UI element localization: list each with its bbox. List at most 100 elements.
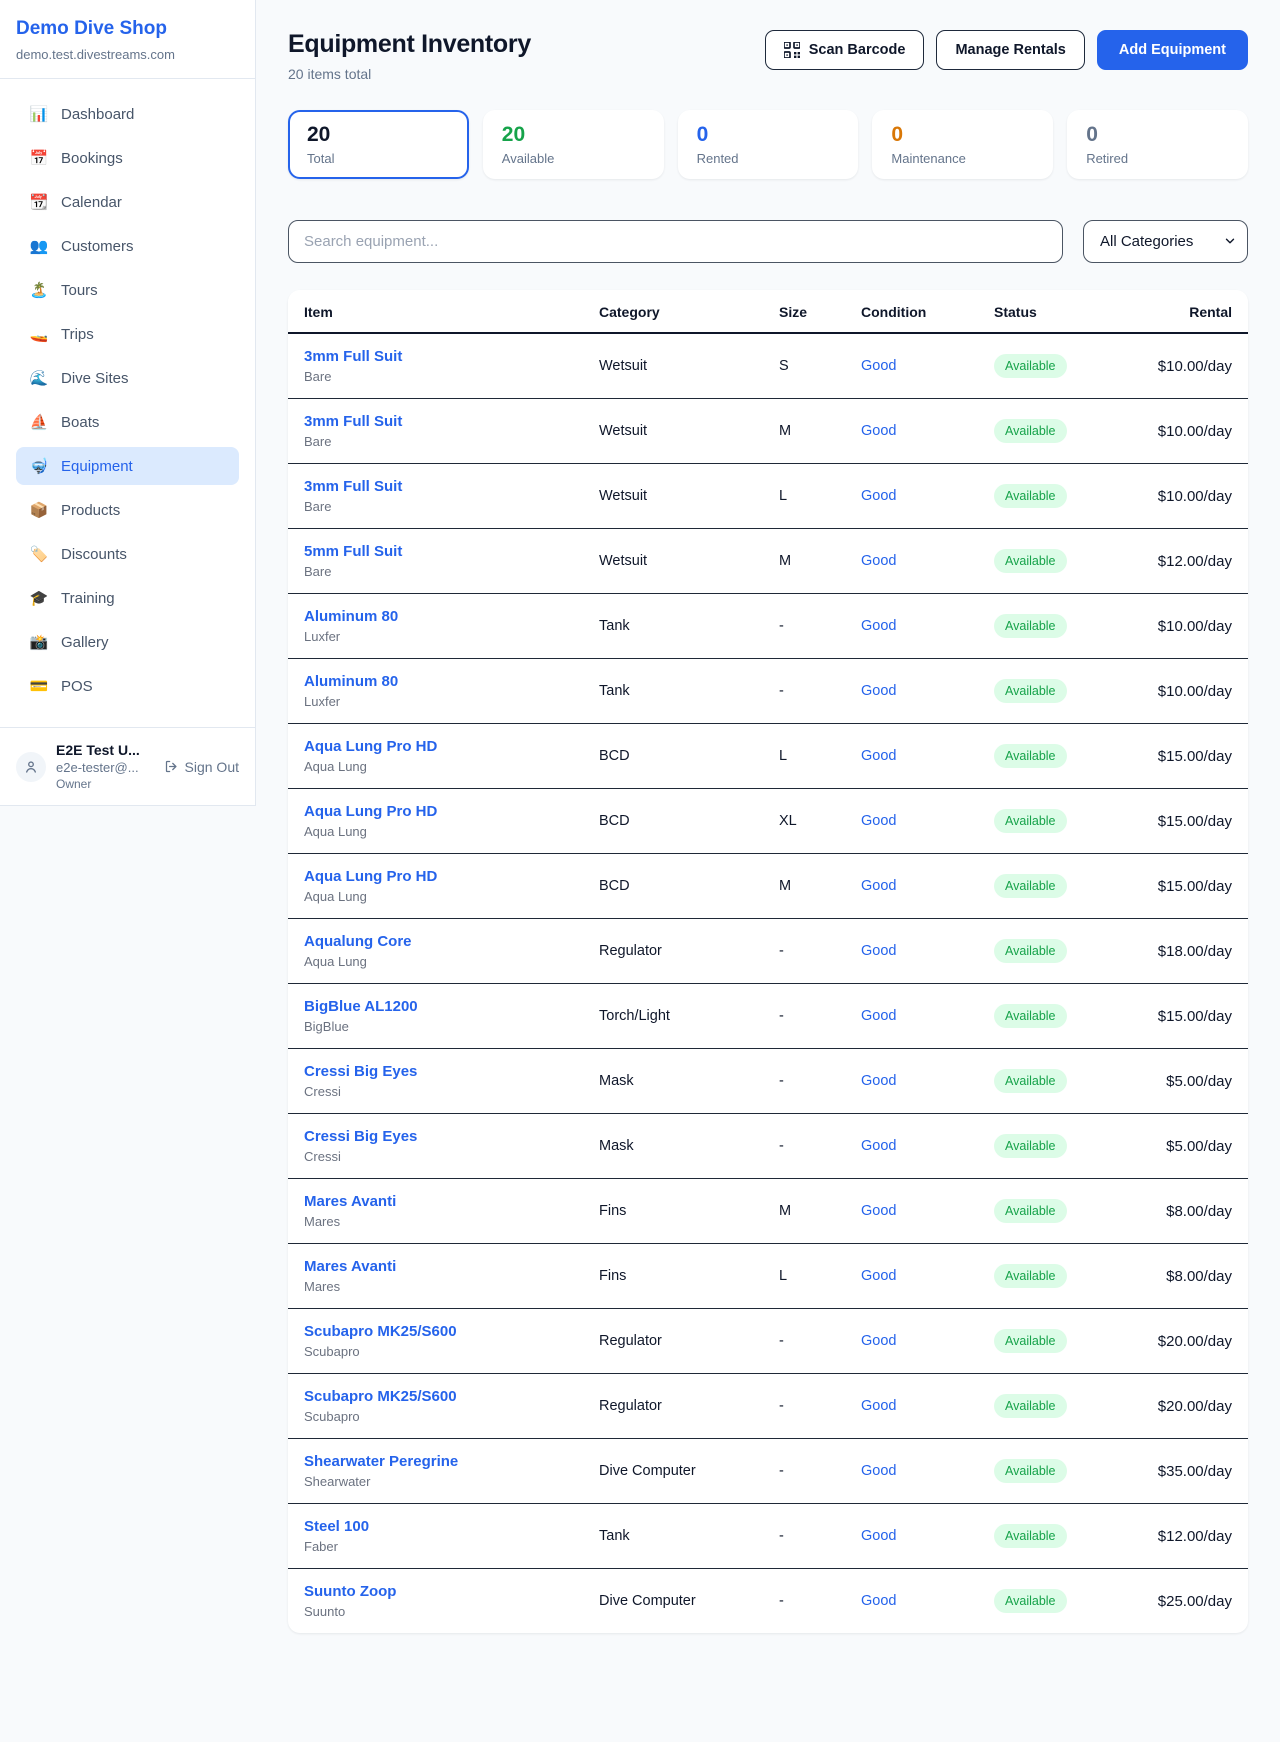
- sailboat-icon: ⛵: [29, 413, 49, 431]
- item-condition-link[interactable]: Good: [845, 1439, 978, 1504]
- item-condition-link[interactable]: Good: [845, 529, 978, 594]
- item-name-link[interactable]: Aluminum 80: [304, 673, 567, 690]
- item-condition-link[interactable]: Good: [845, 919, 978, 984]
- item-name-link[interactable]: Aqua Lung Pro HD: [304, 738, 567, 755]
- add-equipment-button[interactable]: Add Equipment: [1097, 30, 1248, 70]
- item-name-link[interactable]: Aqualung Core: [304, 933, 567, 950]
- item-name-link[interactable]: Aluminum 80: [304, 608, 567, 625]
- item-condition-link[interactable]: Good: [845, 724, 978, 789]
- sidebar-item-products[interactable]: 📦 Products: [16, 491, 239, 529]
- stat-card-rented[interactable]: 0 Rented: [678, 110, 859, 179]
- item-brand: Cressi: [304, 1149, 567, 1164]
- item-brand: Scubapro: [304, 1409, 567, 1424]
- manage-rentals-button[interactable]: Manage Rentals: [936, 30, 1084, 70]
- item-size: -: [763, 1504, 845, 1569]
- grad-cap-icon: 🎓: [29, 589, 49, 607]
- item-condition-link[interactable]: Good: [845, 333, 978, 399]
- status-badge: Available: [994, 1459, 1067, 1483]
- sidebar-item-tours[interactable]: 🏝️ Tours: [16, 271, 239, 309]
- stat-card-available[interactable]: 20 Available: [483, 110, 664, 179]
- sidebar-item-training[interactable]: 🎓 Training: [16, 579, 239, 617]
- item-condition-link[interactable]: Good: [845, 464, 978, 529]
- item-name-link[interactable]: Aqua Lung Pro HD: [304, 868, 567, 885]
- item-condition-link[interactable]: Good: [845, 1309, 978, 1374]
- item-condition-link[interactable]: Good: [845, 1244, 978, 1309]
- sidebar-item-label: Customers: [61, 238, 134, 255]
- sidebar-item-dive-sites[interactable]: 🌊 Dive Sites: [16, 359, 239, 397]
- sidebar-item-discounts[interactable]: 🏷️ Discounts: [16, 535, 239, 573]
- stat-card-total[interactable]: 20 Total: [288, 110, 469, 179]
- sidebar-item-label: POS: [61, 678, 93, 695]
- item-condition-link[interactable]: Good: [845, 1569, 978, 1634]
- manage-rentals-label: Manage Rentals: [955, 42, 1065, 58]
- item-name-link[interactable]: Shearwater Peregrine: [304, 1453, 567, 1470]
- user-name: E2E Test U...: [56, 742, 164, 758]
- item-name-link[interactable]: Mares Avanti: [304, 1193, 567, 1210]
- sidebar-item-pos[interactable]: 💳 POS: [16, 667, 239, 705]
- item-name-link[interactable]: Steel 100: [304, 1518, 567, 1535]
- item-name-link[interactable]: Cressi Big Eyes: [304, 1063, 567, 1080]
- item-name-link[interactable]: 3mm Full Suit: [304, 413, 567, 430]
- sidebar-item-dashboard[interactable]: 📊 Dashboard: [16, 95, 239, 133]
- item-name-link[interactable]: 3mm Full Suit: [304, 348, 567, 365]
- brand-name[interactable]: Demo Dive Shop: [16, 18, 239, 40]
- table-row: Cressi Big Eyes Cressi Mask - Good Avail…: [288, 1049, 1248, 1114]
- sidebar-item-trips[interactable]: 🚤 Trips: [16, 315, 239, 353]
- status-badge: Available: [994, 614, 1067, 638]
- stat-card-maintenance[interactable]: 0 Maintenance: [872, 110, 1053, 179]
- item-rental-rate: $18.00/day: [1128, 919, 1248, 984]
- item-name-link[interactable]: Scubapro MK25/S600: [304, 1388, 567, 1405]
- item-size: -: [763, 919, 845, 984]
- item-condition-link[interactable]: Good: [845, 1179, 978, 1244]
- calendar-icon: 📅: [29, 149, 49, 167]
- sidebar-item-boats[interactable]: ⛵ Boats: [16, 403, 239, 441]
- sidebar-item-calendar[interactable]: 📆 Calendar: [16, 183, 239, 221]
- item-condition-link[interactable]: Good: [845, 854, 978, 919]
- people-icon: 👥: [29, 237, 49, 255]
- item-condition-link[interactable]: Good: [845, 789, 978, 854]
- item-name-link[interactable]: Cressi Big Eyes: [304, 1128, 567, 1145]
- status-badge: Available: [994, 354, 1067, 378]
- status-badge: Available: [994, 809, 1067, 833]
- item-size: L: [763, 724, 845, 789]
- item-condition-link[interactable]: Good: [845, 1114, 978, 1179]
- sidebar-item-equipment[interactable]: 🤿 Equipment: [16, 447, 239, 485]
- sidebar-item-label: Tours: [61, 282, 98, 299]
- item-size: M: [763, 854, 845, 919]
- item-condition-link[interactable]: Good: [845, 1374, 978, 1439]
- user-email: e2e-tester@...: [56, 760, 164, 775]
- item-name-link[interactable]: BigBlue AL1200: [304, 998, 567, 1015]
- search-input[interactable]: [288, 220, 1063, 263]
- sidebar-item-bookings[interactable]: 📅 Bookings: [16, 139, 239, 177]
- item-name-link[interactable]: 3mm Full Suit: [304, 478, 567, 495]
- table-row: Aluminum 80 Luxfer Tank - Good Available…: [288, 659, 1248, 724]
- item-condition-link[interactable]: Good: [845, 1504, 978, 1569]
- col-header-category: Category: [583, 290, 763, 333]
- item-rental-rate: $10.00/day: [1128, 464, 1248, 529]
- table-row: 3mm Full Suit Bare Wetsuit S Good Availa…: [288, 333, 1248, 399]
- item-size: L: [763, 464, 845, 529]
- item-condition-link[interactable]: Good: [845, 659, 978, 724]
- item-condition-link[interactable]: Good: [845, 984, 978, 1049]
- item-condition-link[interactable]: Good: [845, 399, 978, 464]
- item-brand: Luxfer: [304, 694, 567, 709]
- item-name-link[interactable]: 5mm Full Suit: [304, 543, 567, 560]
- scan-barcode-button[interactable]: Scan Barcode: [765, 30, 925, 70]
- item-name-link[interactable]: Scubapro MK25/S600: [304, 1323, 567, 1340]
- stat-label: Retired: [1086, 151, 1229, 166]
- sidebar-item-gallery[interactable]: 📸 Gallery: [16, 623, 239, 661]
- items-total-count: 20 items total: [288, 66, 531, 82]
- item-name-link[interactable]: Suunto Zoop: [304, 1583, 567, 1600]
- sidebar-item-label: Gallery: [61, 634, 109, 651]
- item-name-link[interactable]: Aqua Lung Pro HD: [304, 803, 567, 820]
- item-name-link[interactable]: Mares Avanti: [304, 1258, 567, 1275]
- category-select[interactable]: All Categories: [1083, 220, 1248, 263]
- package-icon: 📦: [29, 501, 49, 519]
- item-category: Tank: [583, 1504, 763, 1569]
- sign-out-button[interactable]: Sign Out: [164, 759, 239, 775]
- item-condition-link[interactable]: Good: [845, 1049, 978, 1114]
- item-category: Wetsuit: [583, 464, 763, 529]
- stat-card-retired[interactable]: 0 Retired: [1067, 110, 1248, 179]
- sidebar-item-customers[interactable]: 👥 Customers: [16, 227, 239, 265]
- item-condition-link[interactable]: Good: [845, 594, 978, 659]
